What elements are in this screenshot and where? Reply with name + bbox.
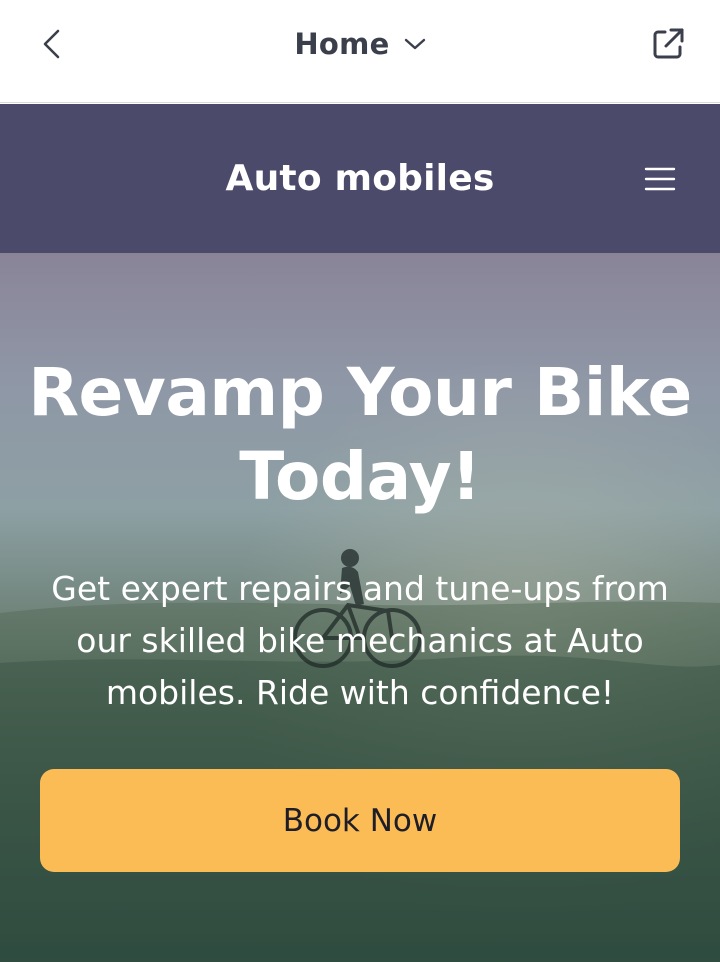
hero-subtext: Get expert repairs and tune-ups from our… [51, 569, 669, 712]
page-selector[interactable]: Home [0, 22, 720, 66]
browser-top-bar: Home [0, 0, 720, 103]
external-link-icon [653, 28, 684, 59]
hero-section: Revamp Your Bike Today! Get expert repai… [0, 253, 720, 962]
page-title: Home [294, 27, 390, 61]
brand-logo-text[interactable]: Auto mobiles [0, 104, 720, 253]
hero-headline: Revamp Your Bike Today! [28, 354, 692, 515]
hamburger-menu-icon [644, 167, 676, 191]
chevron-down-icon [404, 38, 425, 50]
open-external-button[interactable] [646, 22, 690, 66]
menu-button[interactable] [640, 159, 680, 199]
book-now-button[interactable]: Book Now [40, 769, 680, 872]
site-header: Auto mobiles [0, 104, 720, 253]
